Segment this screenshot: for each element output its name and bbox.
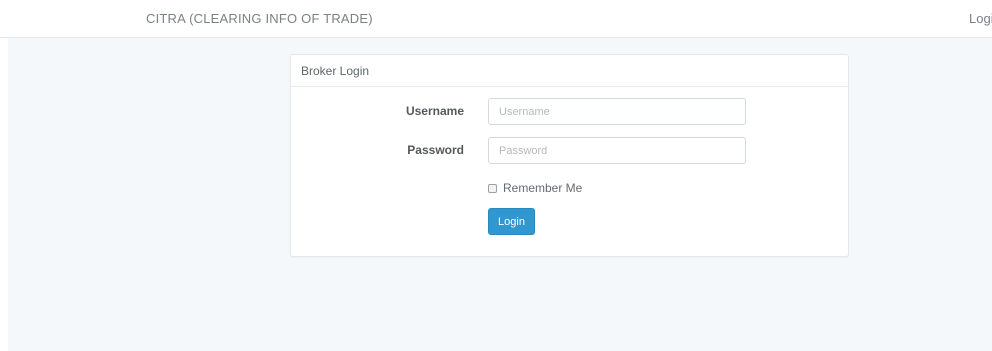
brand-link[interactable]: CITRA (CLEARING INFO OF TRADE) <box>146 11 373 26</box>
remember-me-checkbox[interactable] <box>488 183 497 193</box>
nav-login-link[interactable]: Login <box>969 11 992 26</box>
main-content: Broker Login Username Password Remember … <box>8 38 992 351</box>
navbar: CITRA (CLEARING INFO OF TRADE) Login <box>0 0 992 38</box>
username-label: Username <box>405 104 464 118</box>
password-input[interactable] <box>488 137 746 164</box>
remember-me: Remember Me <box>488 181 582 195</box>
panel-heading: Broker Login <box>291 55 848 87</box>
username-row: Username <box>291 98 848 125</box>
login-panel: Broker Login Username Password Remember … <box>290 54 849 257</box>
password-label: Password <box>407 143 464 157</box>
login-button[interactable]: Login <box>488 208 535 235</box>
remember-me-label[interactable]: Remember Me <box>503 181 582 195</box>
username-input[interactable] <box>488 98 746 125</box>
password-row: Password <box>291 137 848 164</box>
